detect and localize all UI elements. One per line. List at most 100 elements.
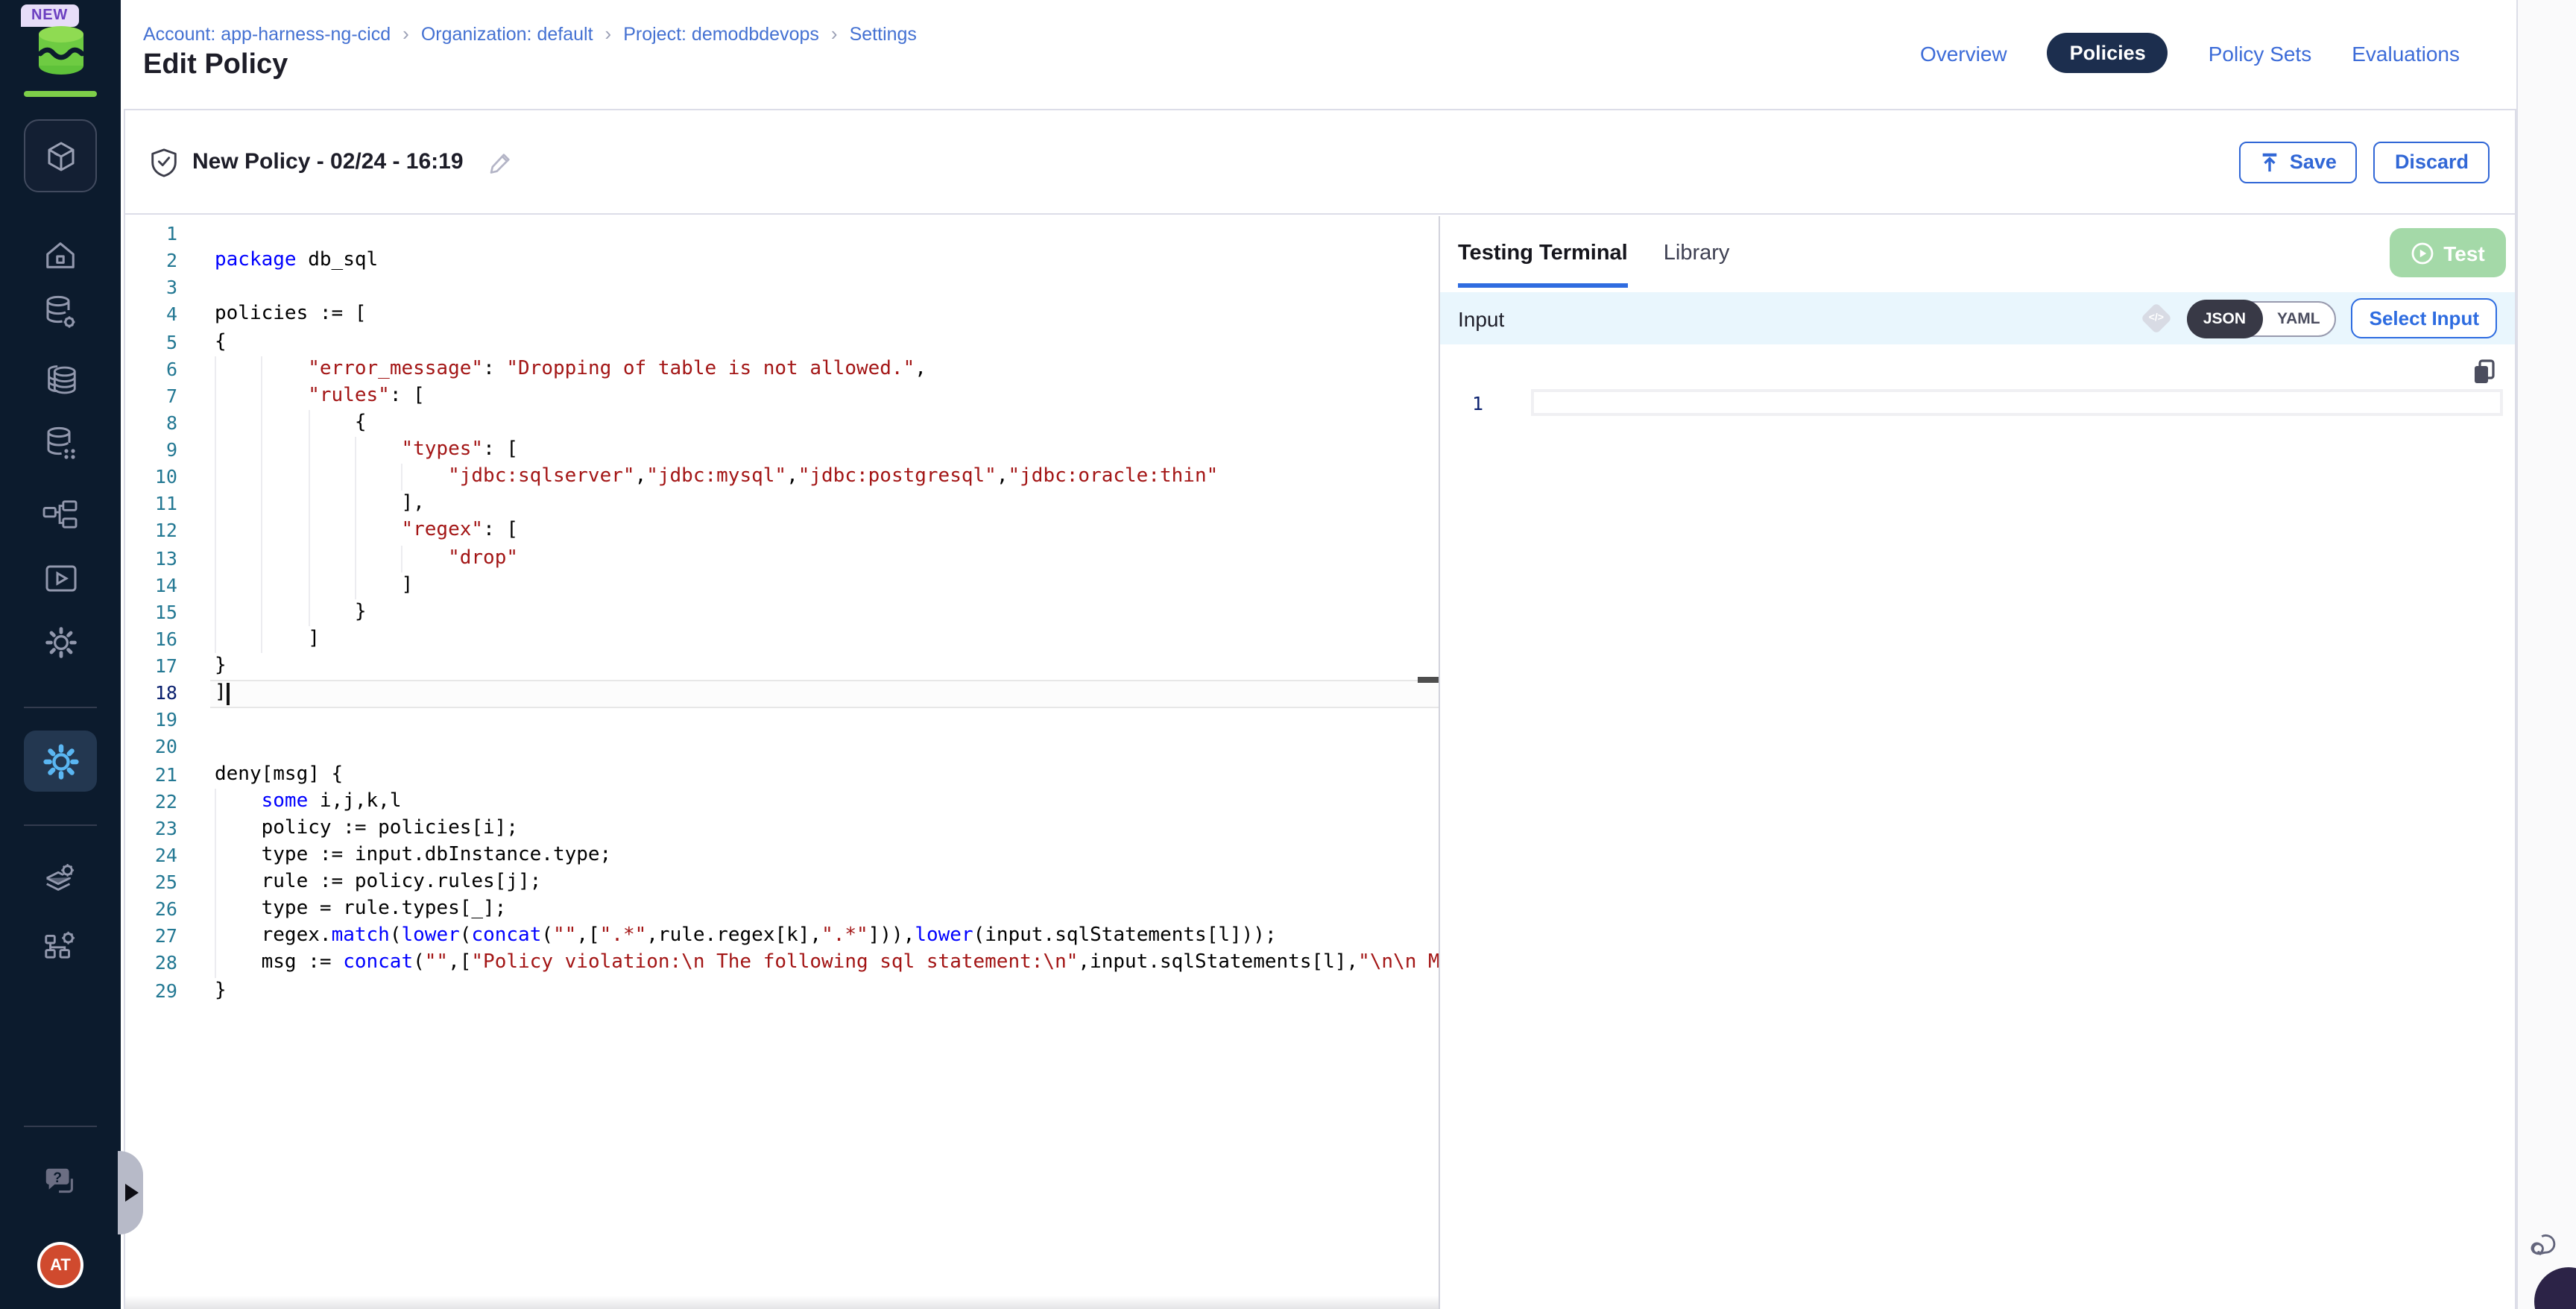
cube-module-icon [42, 138, 78, 174]
breadcrumb-separator: › [402, 22, 409, 45]
code-line: regex.match(lower(concat("",[".*",rule.r… [215, 924, 1439, 950]
sidebar-item-db-instances[interactable] [0, 425, 121, 462]
sidebar-item-help[interactable]: ? [0, 1164, 121, 1202]
tab-evaluations[interactable]: Evaluations [2352, 41, 2460, 65]
copy-icon[interactable] [2473, 359, 2496, 385]
breadcrumb-separator: › [831, 22, 838, 45]
tab-library[interactable]: Library [1664, 216, 1730, 291]
input-current-line[interactable] [1531, 389, 2503, 416]
tab-overview[interactable]: Overview [1920, 41, 2007, 65]
code-line: } [215, 653, 1439, 680]
test-button-label: Test [2443, 241, 2485, 265]
tab-testing-terminal[interactable]: Testing Terminal [1458, 216, 1628, 291]
avatar[interactable]: AT [37, 1242, 83, 1288]
sidebar-item-pipelines[interactable] [0, 499, 121, 531]
code-line: "jdbc:sqlserver","jdbc:mysql","jdbc:post… [215, 464, 1439, 491]
sidebar-item-org-settings[interactable] [0, 924, 121, 962]
gear-active-icon [41, 742, 80, 780]
input-editor[interactable]: 1 [1440, 344, 2515, 1309]
breadcrumb-settings[interactable]: Settings [850, 23, 917, 44]
code-line: policy := policies[i]; [215, 816, 1439, 842]
format-toggle[interactable]: JSON YAML [2187, 300, 2337, 336]
corner-fab-button[interactable] [2534, 1267, 2576, 1309]
sidebar-divider [24, 707, 97, 708]
sidebar-item-layers-settings[interactable] [0, 860, 121, 898]
input-label: Input [1458, 306, 1504, 330]
save-button[interactable]: Save [2239, 141, 2358, 183]
svg-text:?: ? [53, 1170, 62, 1186]
code-line: { [215, 410, 1439, 437]
code-line [215, 221, 1439, 247]
code-line [215, 734, 1439, 761]
layers-gear-icon [42, 860, 79, 898]
code-line: "types": [ [215, 437, 1439, 464]
sidebar-item-databases[interactable] [0, 362, 121, 398]
tab-policies[interactable]: Policies [2048, 33, 2168, 73]
code-line: type := input.dbInstance.type; [215, 842, 1439, 869]
input-line-number: 1 [1440, 392, 1483, 414]
code-line: type = rule.types[_]; [215, 896, 1439, 923]
code-line: msg := concat("",["Policy violation:\n T… [215, 950, 1439, 977]
sidebar-item-executions[interactable] [0, 562, 121, 595]
database-dots-icon [42, 425, 78, 462]
breadcrumb-project[interactable]: Project: demodbdevops [623, 23, 819, 44]
format-option-json[interactable]: JSON [2187, 299, 2262, 338]
code-line: "regex": [ [215, 518, 1439, 545]
code-line: } [215, 977, 1439, 1004]
new-badge: NEW [21, 4, 78, 27]
select-input-button[interactable]: Select Input [2352, 298, 2497, 338]
code-line: { [215, 329, 1439, 356]
shield-check-icon [151, 147, 177, 177]
avatar-initials: AT [50, 1256, 71, 1274]
top-tabs: Overview Policies Policy Sets Evaluation… [1920, 33, 2460, 73]
database-gear-icon [42, 294, 78, 332]
testing-panel: Testing Terminal Library Test Input [1440, 216, 2515, 1309]
collapse-arrow-icon [124, 1184, 138, 1202]
code-line: policies := [ [215, 302, 1439, 329]
logo-underline [24, 91, 97, 97]
format-option-yaml[interactable]: YAML [2262, 300, 2335, 336]
tab-policy-sets[interactable]: Policy Sets [2209, 41, 2312, 65]
play-circle-icon [2411, 241, 2434, 265]
test-button[interactable]: Test [2390, 228, 2506, 277]
overview-ruler-marker [1418, 677, 1439, 683]
pipeline-icon [42, 499, 79, 531]
testing-panel-tabs: Testing Terminal Library [1440, 216, 2515, 291]
breadcrumb-account[interactable]: Account: app-harness-ng-cicd [143, 23, 391, 44]
page-title: Edit Policy [143, 49, 288, 82]
sidebar-divider [24, 1126, 97, 1127]
harness-db-logo[interactable] [34, 25, 88, 76]
code-line [215, 707, 1439, 734]
module-selector-button[interactable] [24, 119, 97, 192]
sidebar-item-settings[interactable] [0, 625, 121, 660]
edit-pencil-icon[interactable] [489, 150, 513, 174]
sidebar-item-home[interactable] [0, 239, 121, 273]
code-diamond-icon[interactable]: </> [2141, 303, 2172, 334]
sidebar-item-policies-active[interactable] [24, 731, 97, 792]
policy-code-editor[interactable]: 1234567891011121314151617181920212223242… [125, 216, 1440, 1309]
sidebar-item-db-settings[interactable] [0, 294, 121, 332]
sidebar-expand-handle[interactable] [118, 1151, 143, 1234]
database-stack-icon [42, 362, 79, 398]
save-button-label: Save [2290, 151, 2337, 173]
breadcrumb-separator: › [605, 22, 612, 45]
play-box-icon [42, 562, 78, 595]
code-line: some i,j,k,l [215, 788, 1439, 815]
code-line: "error_message": "Dropping of table is n… [215, 356, 1439, 382]
upload-icon [2260, 151, 2279, 172]
chat-bubbles-icon[interactable] [2530, 1231, 2558, 1260]
gear-icon [42, 625, 78, 660]
code-line: ], [215, 491, 1439, 518]
code-line [215, 275, 1439, 302]
horizontal-scrollbar[interactable] [125, 1296, 1439, 1309]
discard-button[interactable]: Discard [2374, 141, 2490, 183]
editor-gutter: 1234567891011121314151617181920212223242… [125, 221, 177, 1004]
sidebar-divider [24, 824, 97, 826]
hierarchy-gear-icon [42, 924, 79, 962]
editor-code[interactable]: package db_sqlpolicies := [{ "error_mess… [215, 221, 1439, 1004]
breadcrumb-organization[interactable]: Organization: default [421, 23, 593, 44]
code-line: package db_sql [215, 247, 1439, 274]
discard-button-label: Discard [2395, 151, 2469, 173]
select-input-label: Select Input [2370, 307, 2479, 329]
code-line: rule := policy.rules[j]; [215, 869, 1439, 896]
